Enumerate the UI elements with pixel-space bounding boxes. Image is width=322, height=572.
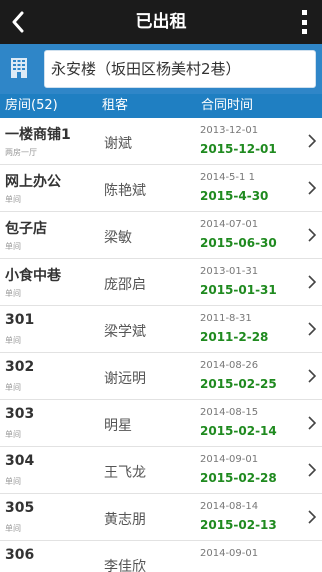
chevron-right-icon xyxy=(308,463,316,477)
chevron-right-icon xyxy=(308,275,316,289)
tenant-name: 明星 xyxy=(104,418,132,434)
table-header: 房间(52) 租客 合同时间 xyxy=(0,94,322,118)
contract-start: 2011-8-31 xyxy=(200,313,252,324)
more-vert-icon xyxy=(302,10,307,15)
table-row[interactable]: 301 单间 梁学斌 2011-8-31 2011-2-28 xyxy=(0,306,322,353)
contract-end: 2015-02-28 xyxy=(200,471,277,485)
room-type: 单间 xyxy=(5,430,21,439)
table-row[interactable]: 包子店 单间 梁敏 2014-07-01 2015-06-30 xyxy=(0,212,322,259)
header-contract: 合同时间 xyxy=(201,98,254,113)
contract-start: 2014-5-1 1 xyxy=(200,172,255,183)
room-name: 305 xyxy=(5,500,35,516)
tenant-name: 庞邵启 xyxy=(104,277,146,293)
chevron-right-icon xyxy=(308,369,316,383)
chevron-right-icon xyxy=(308,228,316,242)
tenant-name: 黄志朋 xyxy=(104,512,146,528)
page-title: 已出租 xyxy=(135,12,187,32)
chevron-right-icon xyxy=(308,181,316,195)
table-row[interactable]: 303 单间 明星 2014-08-15 2015-02-14 xyxy=(0,400,322,447)
contract-start: 2013-12-01 xyxy=(200,125,259,136)
contract-start: 2014-09-01 xyxy=(200,548,259,559)
table-row[interactable]: 305 单间 黄志朋 2014-08-14 2015-02-13 xyxy=(0,494,322,541)
table-row[interactable]: 网上办公 单间 陈艳斌 2014-5-1 1 2015-4-30 xyxy=(0,165,322,212)
room-name: 303 xyxy=(5,406,35,422)
room-type: 单间 xyxy=(5,195,21,204)
tenant-name: 梁敏 xyxy=(104,230,132,246)
building-select[interactable]: 永安楼（坂田区杨美村2巷） xyxy=(44,50,316,88)
tenant-name: 王飞龙 xyxy=(104,465,146,481)
contract-start: 2014-08-26 xyxy=(200,360,259,371)
more-vert-dot xyxy=(302,29,307,34)
room-name: 网上办公 xyxy=(5,174,61,190)
building-name: 永安楼（坂田区杨美村2巷） xyxy=(51,60,241,78)
contract-start: 2014-08-14 xyxy=(200,501,259,512)
room-name: 306 xyxy=(5,547,35,563)
room-name: 小食中巷 xyxy=(5,268,61,284)
contract-end: 2011-2-28 xyxy=(200,330,269,344)
chevron-right-icon xyxy=(308,322,316,336)
tenant-name: 谢远明 xyxy=(104,371,146,387)
contract-end: 2015-02-13 xyxy=(200,518,277,532)
more-vert-dot xyxy=(302,19,307,25)
table-row[interactable]: 304 单间 王飞龙 2014-09-01 2015-02-28 xyxy=(0,447,322,494)
room-type: 单间 xyxy=(5,289,21,298)
table-row[interactable]: 小食中巷 单间 庞邵启 2013-01-31 2015-01-31 xyxy=(0,259,322,306)
room-type: 单间 xyxy=(5,477,21,486)
tenant-name: 李佳欣 xyxy=(104,559,146,572)
table-row[interactable]: 一楼商铺1 两房一厅 谢斌 2013-12-01 2015-12-01 xyxy=(0,118,322,165)
tenant-name: 梁学斌 xyxy=(104,324,146,340)
contract-end: 2015-01-31 xyxy=(200,283,277,297)
tenant-name: 谢斌 xyxy=(104,136,132,152)
room-type: 单间 xyxy=(5,336,21,345)
title-bar: 已出租 xyxy=(0,0,322,44)
contract-end: 2015-02-14 xyxy=(200,424,277,438)
building-selector-bar: 永安楼（坂田区杨美村2巷） xyxy=(0,44,322,94)
room-name: 304 xyxy=(5,453,35,469)
room-name: 301 xyxy=(5,312,35,328)
chevron-right-icon xyxy=(308,510,316,524)
room-type: 两房一厅 xyxy=(5,148,37,157)
room-type: 单间 xyxy=(5,524,21,533)
room-name: 302 xyxy=(5,359,35,375)
contract-start: 2014-07-01 xyxy=(200,219,259,230)
header-tenant: 租客 xyxy=(102,98,129,113)
tenant-name: 陈艳斌 xyxy=(104,183,146,199)
contract-end: 2015-02-25 xyxy=(200,377,277,391)
more-options-button[interactable] xyxy=(302,10,308,34)
contract-end: 2015-4-30 xyxy=(200,189,269,203)
room-type: 单间 xyxy=(5,242,21,251)
chevron-right-icon xyxy=(308,416,316,430)
room-name: 包子店 xyxy=(5,221,47,237)
rental-list[interactable]: 一楼商铺1 两房一厅 谢斌 2013-12-01 2015-12-01 网上办公… xyxy=(0,118,322,572)
table-row[interactable]: 302 单间 谢远明 2014-08-26 2015-02-25 xyxy=(0,353,322,400)
contract-start: 2014-09-01 xyxy=(200,454,259,465)
contract-end: 2015-12-01 xyxy=(200,142,277,156)
room-type: 单间 xyxy=(5,383,21,392)
chevron-right-icon xyxy=(308,134,316,148)
table-row[interactable]: 306 李佳欣 2014-09-01 xyxy=(0,541,322,572)
room-name: 一楼商铺1 xyxy=(5,127,71,143)
contract-start: 2013-01-31 xyxy=(200,266,259,277)
contract-start: 2014-08-15 xyxy=(200,407,259,418)
header-room: 房间(52) xyxy=(5,98,58,113)
contract-end: 2015-06-30 xyxy=(200,236,277,250)
building-icon xyxy=(11,58,27,78)
